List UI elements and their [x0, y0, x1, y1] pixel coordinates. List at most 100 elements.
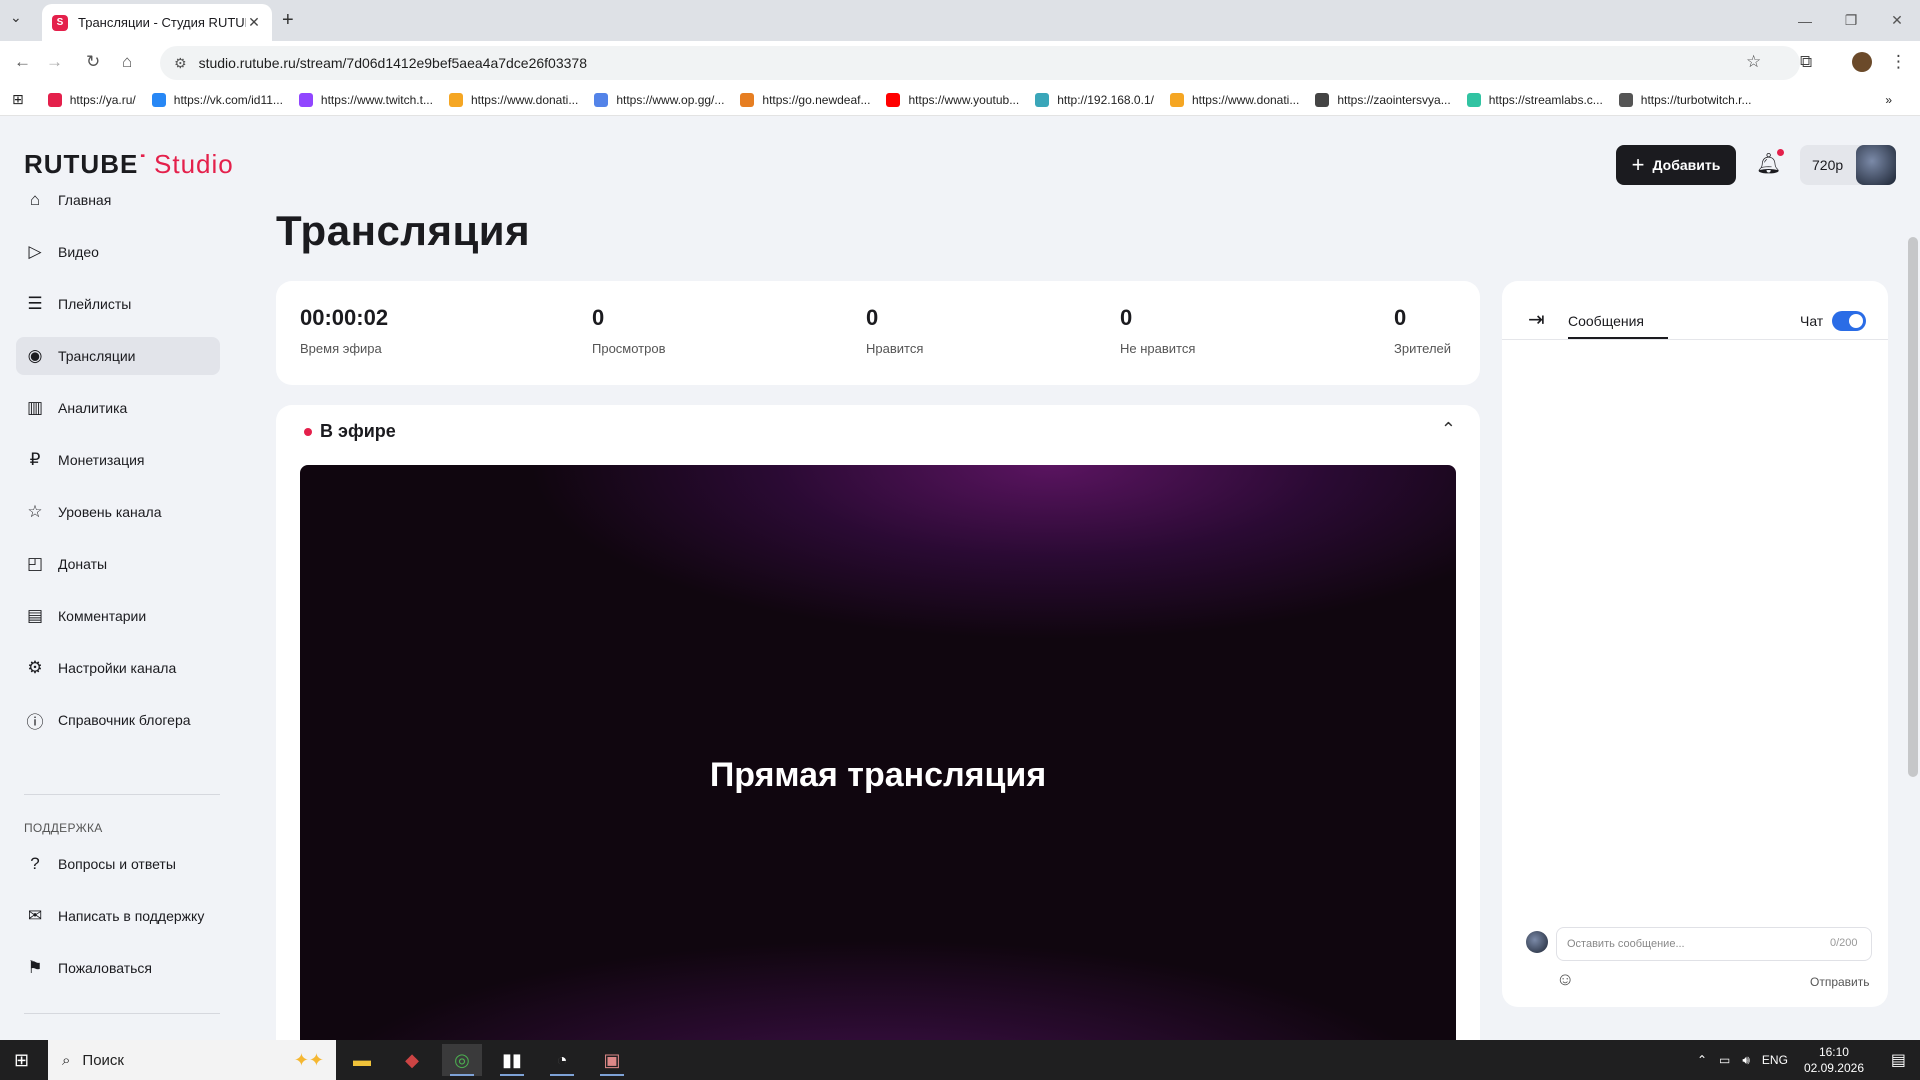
- plus-icon: +: [1631, 152, 1645, 177]
- tab-messages[interactable]: Сообщения: [1568, 313, 1644, 329]
- stat-value: 0: [592, 305, 605, 330]
- message-counter: 0/200: [1830, 937, 1858, 949]
- taskbar-search[interactable]: ⌕ Поиск ✦✦: [48, 1040, 336, 1080]
- sidebar-item-label: Справочник блогера: [58, 712, 191, 728]
- close-window-icon[interactable]: ✕: [1874, 0, 1920, 41]
- chat-avatar: [1526, 931, 1548, 953]
- bookmark-item[interactable]: https://go.newdeaf...: [740, 92, 870, 107]
- tab-title: Трансляции - Студия RUTUBE: [78, 15, 246, 30]
- bookmark-item[interactable]: http://192.168.0.1/: [1035, 92, 1154, 107]
- forward-icon[interactable]: →: [46, 52, 63, 72]
- stat-value: 0: [1120, 305, 1133, 330]
- file-explorer-icon[interactable]: ▬: [342, 1044, 382, 1076]
- bookmark-item[interactable]: https://ya.ru/: [47, 92, 136, 107]
- windows-start-icon[interactable]: ⊞: [14, 1050, 29, 1071]
- sidebar-item-label: Настройки канала: [58, 660, 177, 676]
- site-info-icon[interactable]: ⚙: [174, 55, 187, 72]
- mail-icon: ✉: [27, 906, 43, 925]
- bookmark-favicon-icon: [1466, 92, 1481, 107]
- game-launcher-icon[interactable]: ▣: [592, 1044, 632, 1076]
- sidebar-item-donations[interactable]: ◰ Донаты: [16, 545, 220, 583]
- video-player[interactable]: Прямая трансляция: [300, 465, 1456, 1045]
- avatar[interactable]: [1856, 145, 1896, 185]
- message-input[interactable]: Оставить сообщение...: [1556, 927, 1872, 961]
- home-browser-icon[interactable]: ⌂: [122, 52, 132, 72]
- extensions-icon[interactable]: ⧉: [1800, 52, 1812, 72]
- sidebar-item-video[interactable]: ▷ Видео: [16, 233, 220, 271]
- sidebar-item-channel-level[interactable]: ☆ Уровень канала: [16, 493, 220, 531]
- bookmark-favicon-icon: [1035, 92, 1050, 107]
- clock[interactable]: 16:10 02.09.2026: [1804, 1044, 1864, 1076]
- home-icon: ⌂: [29, 190, 41, 209]
- sidebar-item-contact-support[interactable]: ✉ Написать в поддержку: [16, 897, 220, 935]
- address-bar[interactable]: ⚙ studio.rutube.ru/stream/7d06d1412e9bef…: [160, 46, 1800, 80]
- comment-icon: ▤: [26, 606, 44, 625]
- sidebar-item-comments[interactable]: ▤ Комментарии: [16, 597, 220, 635]
- sidebar-item-label: Донаты: [58, 556, 108, 572]
- language-indicator[interactable]: ENG: [1762, 1053, 1788, 1067]
- url-text: studio.rutube.ru/stream/7d06d1412e9bef5a…: [198, 55, 587, 71]
- bookmark-favicon-icon: [886, 92, 901, 107]
- collapse-chat-icon[interactable]: ⇥: [1528, 307, 1545, 332]
- apps-grid-icon[interactable]: ⊞: [12, 91, 24, 108]
- sidebar-item-monetization[interactable]: ₽ Монетизация: [16, 441, 220, 479]
- analytics-icon: ▥: [26, 398, 44, 417]
- chat-toggle[interactable]: [1832, 311, 1866, 331]
- bookmark-item[interactable]: https://vk.com/id11...: [151, 92, 283, 107]
- bookmark-star-icon[interactable]: ☆: [1746, 52, 1761, 72]
- sidebar-item-home[interactable]: ⌂ Главная: [16, 181, 220, 219]
- sidebar-item-broadcasts[interactable]: ◉ Трансляции: [16, 337, 220, 375]
- close-tab-icon[interactable]: ✕: [246, 14, 262, 31]
- player-title: Прямая трансляция: [709, 755, 1047, 794]
- clock-date: 02.09.2026: [1803, 1061, 1864, 1075]
- live-header-label: В эфире: [320, 421, 396, 441]
- page-scrollbar[interactable]: [1908, 237, 1918, 777]
- browser-menu-icon[interactable]: ⋮: [1890, 52, 1907, 72]
- chevron-up-icon[interactable]: ⌃: [1441, 419, 1456, 440]
- bookmark-item[interactable]: https://turbotwitch.r...: [1618, 92, 1752, 107]
- more-bookmarks-icon[interactable]: »: [1885, 93, 1892, 107]
- chat-divider: [1502, 339, 1888, 340]
- bookmark-item[interactable]: https://streamlabs.c...: [1466, 92, 1603, 107]
- bookmark-item[interactable]: https://www.twitch.t...: [298, 92, 433, 107]
- restore-icon[interactable]: ❐: [1828, 0, 1874, 41]
- tray-expand-icon[interactable]: ⌃: [1697, 1053, 1707, 1067]
- obs-icon[interactable]: ◔: [542, 1044, 582, 1076]
- chat-panel: ⇥ Сообщения Чат Оставить сообщение... 0/…: [1502, 281, 1888, 1007]
- emoji-icon[interactable]: ☺: [1556, 969, 1574, 990]
- bookmark-item[interactable]: https://www.op.gg/...: [594, 92, 724, 107]
- volume-icon[interactable]: 🔊︎: [1742, 1053, 1750, 1068]
- network-icon[interactable]: ▭: [1719, 1053, 1730, 1067]
- rutube-studio-logo[interactable]: RUTUBE˙ Studio: [24, 149, 234, 180]
- sidebar-item-playlists[interactable]: ☰ Плейлисты: [16, 285, 220, 323]
- bookmark-favicon-icon: [1618, 92, 1633, 107]
- bookmark-item[interactable]: https://zaointersvya...: [1315, 92, 1451, 107]
- audio-app-icon[interactable]: ▮▮: [492, 1044, 532, 1076]
- minimize-icon[interactable]: —: [1782, 0, 1828, 41]
- game-app-icon[interactable]: ◆: [392, 1044, 432, 1076]
- reload-icon[interactable]: ↻: [86, 52, 100, 72]
- bookmark-item[interactable]: https://www.donati...: [448, 92, 578, 107]
- sidebar-item-blogger-guide[interactable]: ⓘ Справочник блогера: [16, 701, 220, 739]
- sidebar-item-channel-settings[interactable]: ⚙ Настройки канала: [16, 649, 220, 687]
- back-icon[interactable]: ←: [14, 52, 31, 72]
- bookmark-favicon-icon: [740, 92, 755, 107]
- sidebar-item-analytics[interactable]: ▥ Аналитика: [16, 389, 220, 427]
- notifications-bell-icon[interactable]: 🔔︎: [1756, 149, 1785, 176]
- bookmark-item[interactable]: https://www.youtub...: [886, 92, 1019, 107]
- sidebar-divider: [24, 794, 220, 795]
- page-title: Трансляция: [276, 207, 531, 254]
- new-tab-icon[interactable]: +: [282, 9, 294, 32]
- notification-center-icon[interactable]: ▤: [1891, 1050, 1906, 1070]
- stat-views: 0 Просмотров: [592, 305, 666, 356]
- chrome-icon[interactable]: ◎: [442, 1044, 482, 1076]
- send-button[interactable]: Отправить: [1810, 975, 1870, 989]
- add-button[interactable]: + Добавить: [1616, 145, 1736, 185]
- tab-search-icon[interactable]: ⌄: [10, 9, 22, 26]
- bookmark-favicon-icon: [448, 92, 463, 107]
- profile-icon[interactable]: [1852, 52, 1872, 72]
- browser-tab[interactable]: S Трансляции - Студия RUTUBE ✕: [42, 4, 272, 41]
- bookmark-item[interactable]: https://www.donati...: [1169, 92, 1299, 107]
- sidebar-item-report[interactable]: ⚑ Пожаловаться: [16, 949, 220, 987]
- sidebar-item-faq[interactable]: ? Вопросы и ответы: [16, 845, 220, 883]
